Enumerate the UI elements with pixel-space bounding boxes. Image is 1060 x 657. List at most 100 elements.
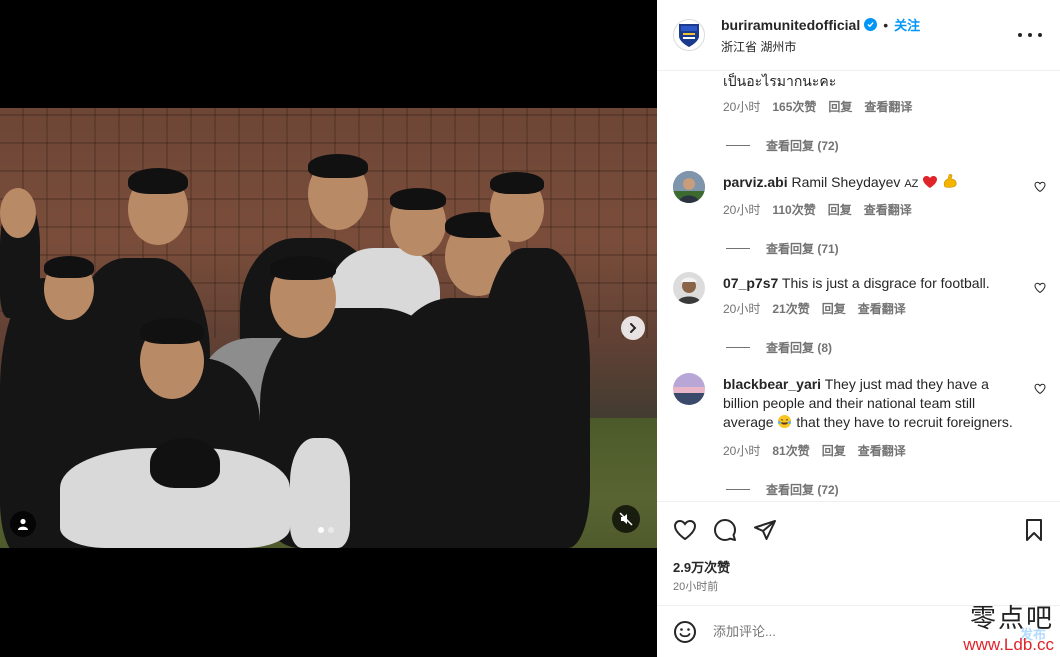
comment-text: billion people and their national team s… [723, 395, 976, 411]
reply-button[interactable]: 回复 [822, 442, 846, 459]
post-side-panel: buriramunitedofficial • 关注 浙江省 湖州市 เป็นอ… [657, 0, 1060, 657]
comment-username[interactable]: parviz.abi [723, 174, 788, 190]
comment-bubble-icon[interactable] [713, 518, 737, 542]
user-photo-icon [673, 272, 705, 304]
view-replies-label: 查看回复 (8) [766, 341, 833, 355]
separator: • [883, 16, 889, 33]
header-line: buriramunitedofficial • 关注 [721, 15, 920, 34]
save-bookmark-icon[interactable] [1022, 518, 1046, 542]
like-comment-heart-icon[interactable] [1034, 383, 1046, 395]
comment-time: 20小时 [723, 302, 761, 316]
emoji-smiley-icon[interactable] [673, 620, 697, 644]
comment-text: They just mad they have a [824, 376, 989, 392]
comment-text: เป็นอะไรมากนะคะ [723, 73, 837, 89]
carousel-indicator [318, 527, 334, 533]
avatar[interactable] [673, 272, 705, 304]
comment-text-suffix: AZ [904, 178, 919, 190]
like-comment-heart-icon[interactable] [1034, 282, 1046, 294]
user-photo-icon [673, 373, 705, 405]
divider [726, 145, 750, 146]
watermark-title: 零点吧 [969, 604, 1054, 634]
comment-time: 20小时 [723, 203, 761, 217]
dot [1038, 33, 1042, 37]
header-text: buriramunitedofficial • 关注 浙江省 湖州市 [721, 15, 920, 55]
red-heart-icon [922, 175, 938, 193]
comment-time: 20小时 [723, 100, 761, 114]
more-options-button[interactable] [1018, 25, 1042, 45]
verified-badge-icon [864, 18, 878, 31]
username-link[interactable]: buriramunitedofficial [721, 17, 860, 33]
user-photo-icon [673, 171, 705, 203]
divider [726, 489, 750, 490]
watermark-url: www.Ldb.cc [963, 635, 1054, 654]
reply-button[interactable]: 回复 [822, 300, 846, 317]
tears-of-joy-icon [777, 414, 792, 434]
comment-likes[interactable]: 110次赞 [772, 201, 815, 218]
comment-input[interactable] [713, 624, 953, 639]
comment-item: blackbear_yari They just mad they have a… [723, 375, 1033, 498]
reply-button[interactable]: 回复 [828, 201, 852, 218]
translate-button[interactable]: 查看翻译 [864, 201, 912, 218]
translate-button[interactable]: 查看翻译 [858, 442, 906, 459]
flexed-biceps-icon [942, 173, 958, 193]
comment-item: 07_p7s7 This is just a disgrace for foot… [723, 274, 1033, 356]
comment-username[interactable]: blackbear_yari [723, 376, 821, 392]
view-replies-button[interactable]: 查看回复 (72) [726, 137, 1043, 154]
dot [1028, 33, 1032, 37]
comment-meta: 20小时 81次赞 回复 查看翻译 [723, 442, 1033, 459]
comment-item: parviz.abi Ramil Sheydayev AZ 20小时 110次赞… [723, 173, 1033, 257]
comment-text: that they have to recruit foreigners. [796, 414, 1013, 430]
comment-meta: 20小时 165次赞 回复 查看翻译 [723, 98, 1043, 115]
view-replies-button[interactable]: 查看回复 (72) [726, 481, 1033, 498]
mute-button[interactable] [612, 505, 640, 533]
tagged-users-button[interactable] [10, 511, 36, 537]
reply-button[interactable]: 回复 [828, 98, 852, 115]
comment-text: average [723, 414, 774, 430]
comment-meta: 20小时 110次赞 回复 查看翻译 [723, 201, 1033, 218]
avatar[interactable] [673, 171, 705, 203]
user-icon [18, 518, 28, 530]
media-pane [0, 0, 657, 657]
divider [726, 347, 750, 348]
post-header: buriramunitedofficial • 关注 浙江省 湖州市 [657, 0, 1060, 71]
carousel-dot [318, 527, 324, 533]
view-replies-button[interactable]: 查看回复 (8) [726, 339, 1033, 356]
comment-time: 20小时 [723, 444, 761, 458]
share-paper-plane-icon[interactable] [753, 518, 777, 542]
translate-button[interactable]: 查看翻译 [858, 300, 906, 317]
view-replies-label: 查看回复 (72) [766, 139, 839, 153]
view-replies-label: 查看回复 (71) [766, 242, 839, 256]
speaker-muted-icon [619, 512, 633, 526]
likes-count[interactable]: 2.9万次赞 [673, 557, 730, 576]
comment-likes[interactable]: 81次赞 [772, 442, 809, 459]
translate-button[interactable]: 查看翻译 [864, 98, 912, 115]
post-timestamp[interactable]: 20小时前 [673, 578, 718, 594]
like-heart-icon[interactable] [673, 518, 697, 542]
post-actions: 2.9万次赞 20小时前 [657, 501, 1060, 605]
club-crest-icon [679, 24, 699, 47]
view-replies-label: 查看回复 (72) [766, 483, 839, 497]
next-slide-button[interactable] [621, 316, 645, 340]
carousel-dot [328, 527, 334, 533]
comment-text: Ramil Sheydayev [791, 174, 901, 190]
instagram-post-view: buriramunitedofficial • 关注 浙江省 湖州市 เป็นอ… [0, 0, 1060, 657]
watermark: 零点吧 www.Ldb.cc [963, 598, 1054, 655]
chevron-right-icon [630, 323, 637, 333]
view-replies-button[interactable]: 查看回复 (71) [726, 240, 1033, 257]
comment-text-line: 07_p7s7 This is just a disgrace for foot… [723, 274, 1033, 292]
avatar[interactable] [673, 19, 705, 51]
divider [726, 248, 750, 249]
comment-meta: 20小时 21次赞 回复 查看翻译 [723, 300, 1033, 317]
comment-text: This is just a disgrace for football. [781, 275, 990, 291]
comment-likes[interactable]: 165次赞 [772, 98, 816, 115]
avatar[interactable] [673, 373, 705, 405]
location-link[interactable]: 浙江省 湖州市 [721, 38, 920, 55]
comments-list[interactable]: เป็นอะไรมากนะคะ 20小时 165次赞 回复 查看翻译 查看回复 … [657, 72, 1060, 501]
comment-text-line: parviz.abi Ramil Sheydayev AZ [723, 173, 1033, 193]
dot [1018, 33, 1022, 37]
comment-likes[interactable]: 21次赞 [772, 300, 809, 317]
like-comment-heart-icon[interactable] [1034, 181, 1046, 193]
follow-button[interactable]: 关注 [894, 15, 920, 34]
comment-username[interactable]: 07_p7s7 [723, 275, 778, 291]
post-photo[interactable] [0, 108, 657, 548]
